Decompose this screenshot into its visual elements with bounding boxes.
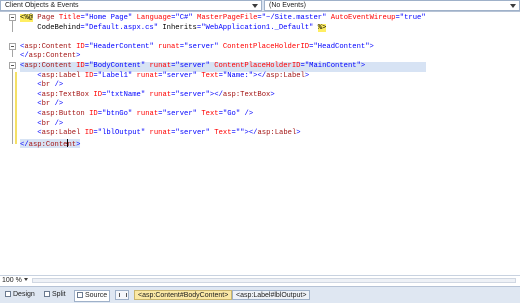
code-line[interactable]: <asp:Button ID="btnGo" runat="server" Te… bbox=[20, 110, 426, 120]
chevron-down-icon bbox=[252, 4, 258, 8]
chevron-down-icon bbox=[510, 4, 516, 8]
code-line[interactable]: <%@ Page Title="Home Page" Language="C#"… bbox=[20, 14, 426, 24]
collapse-icon[interactable] bbox=[9, 62, 16, 69]
horizontal-scrollbar[interactable] bbox=[32, 278, 516, 283]
zoom-dropdown[interactable]: 100 % bbox=[2, 276, 28, 286]
source-view-button[interactable]: Source bbox=[74, 290, 111, 302]
source-icon bbox=[77, 292, 83, 298]
code-line[interactable]: <asp:Label ID="Label1" runat="server" Te… bbox=[20, 72, 426, 82]
code-line[interactable]: <br /> bbox=[20, 120, 426, 130]
split-icon bbox=[44, 291, 50, 297]
code-editor[interactable]: <%@ Page Title="Home Page" Language="C#"… bbox=[0, 12, 520, 274]
design-view-button[interactable]: Design bbox=[3, 290, 37, 300]
view-tab-bar: Design Split Source <asp:Content#BodyCon… bbox=[0, 286, 520, 303]
events-label: (No Events) bbox=[269, 2, 306, 9]
source-code[interactable]: <%@ Page Title="Home Page" Language="C#"… bbox=[20, 14, 426, 149]
outline-margin bbox=[0, 12, 16, 274]
code-line[interactable]: CodeBehind="Default.aspx.cs" Inherits="W… bbox=[20, 23, 426, 34]
code-line[interactable]: <br /> bbox=[20, 81, 426, 91]
code-line[interactable]: <asp:Content ID="HeaderContent" runat="s… bbox=[20, 43, 426, 53]
client-objects-label: Client Objects & Events bbox=[5, 2, 79, 9]
code-line[interactable]: <asp:Content ID="BodyContent" runat="ser… bbox=[20, 61, 426, 72]
events-dropdown[interactable]: (No Events) bbox=[264, 0, 520, 11]
synchronize-views-icon[interactable] bbox=[115, 290, 129, 300]
code-line[interactable] bbox=[20, 33, 426, 43]
split-label: Split bbox=[52, 291, 66, 298]
design-label: Design bbox=[13, 291, 35, 298]
collapse-icon[interactable] bbox=[9, 43, 16, 50]
code-line[interactable]: <br /> bbox=[20, 100, 426, 110]
code-line[interactable]: </asp:Content> bbox=[20, 52, 426, 62]
design-icon bbox=[5, 291, 11, 297]
zoom-level: 100 % bbox=[2, 277, 22, 284]
collapse-icon[interactable] bbox=[9, 14, 16, 21]
breadcrumb-item-body-content[interactable]: <asp:Content#BodyContent> bbox=[134, 290, 233, 300]
text-caret bbox=[66, 138, 68, 147]
split-view-button[interactable]: Split bbox=[42, 290, 68, 300]
code-line[interactable]: <asp:Label ID="lblOutput" runat="server"… bbox=[20, 129, 426, 139]
chevron-down-icon bbox=[23, 278, 28, 281]
outline-line bbox=[12, 66, 13, 144]
navigation-bar: Client Objects & Events (No Events) bbox=[0, 0, 520, 12]
source-label: Source bbox=[85, 292, 108, 299]
code-line[interactable]: </asp:Content> bbox=[20, 138, 81, 149]
client-objects-dropdown[interactable]: Client Objects & Events bbox=[0, 0, 262, 11]
breadcrumb-item-lbl-output[interactable]: <asp:Label#lblOutput> bbox=[232, 290, 311, 300]
editor-status-row: 100 % bbox=[0, 275, 520, 286]
code-line[interactable]: <asp:TextBox ID="txtName" runat="server"… bbox=[20, 91, 426, 101]
change-indicator-bar bbox=[15, 72, 17, 144]
